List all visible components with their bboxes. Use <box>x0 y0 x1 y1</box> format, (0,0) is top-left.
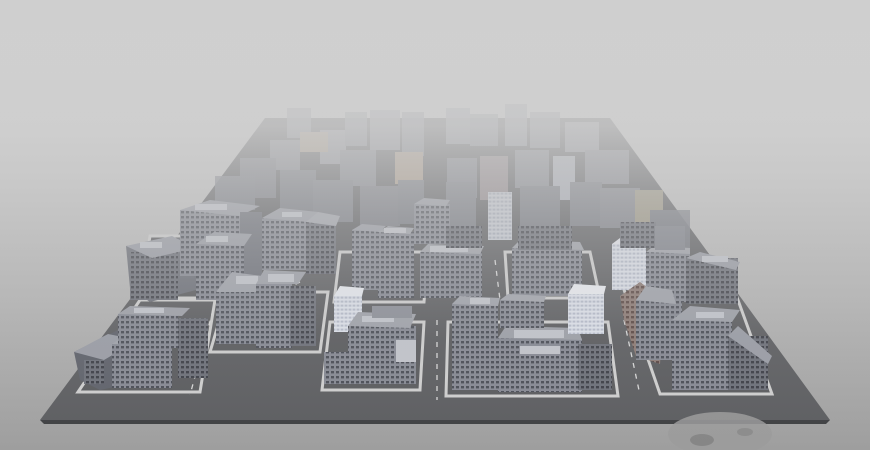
fog-overlay <box>0 0 870 450</box>
city-scene <box>0 0 870 450</box>
